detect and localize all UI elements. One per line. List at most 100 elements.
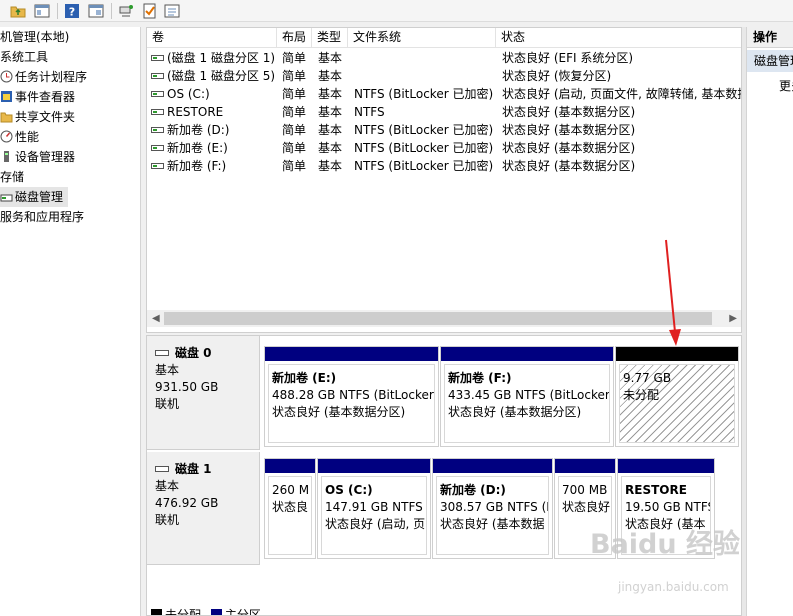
console-tree: 机管理(本地) 系统工具 任务计划程序 事件查看器 共享文件夹 性能 设备管理器… [0,27,141,616]
table-cell-name: 新加卷 (D:) [167,123,230,137]
disk-graphical-view: 磁盘 0 基本 931.50 GB 联机 新加卷 (E:) 488.28 GB … [146,335,742,616]
partition-c[interactable]: OS (C:) 147.91 GB NTFS ( 状态良好 (启动, 页 [317,458,431,559]
disk-0-label[interactable]: 磁盘 0 基本 931.50 GB 联机 [147,336,260,450]
device-manager-icon [4,151,9,162]
volume-list: 卷 布局 类型 文件系统 状态 (磁盘 1 磁盘分区 1) 简单 基本 状态良好 (E… [146,27,742,333]
table-cell-fs: NTFS (BitLocker 已加密) [354,87,494,101]
table-cell-fs [354,49,496,67]
table-cell-name: 新加卷 (E:) [167,141,228,155]
table-cell-fs: NTFS (BitLocker 已加密) [354,123,494,137]
table-cell-layout: 简单 [282,141,307,155]
volume-icon [151,73,164,79]
tree-item-event-viewer[interactable]: 事件查看器 [0,87,75,107]
partition-f[interactable]: 新加卷 (F:) 433.45 GB NTFS (BitLocker 状态良好 … [440,346,614,447]
table-cell-type: 基本 [318,69,343,83]
disk-icon [155,466,169,472]
column-header-filesystem[interactable]: 文件系统 [348,28,496,48]
watermark-logo: Baidu 经验 [590,529,741,560]
table-cell-status: 状态良好 (启动, 页面文件, 故障转储, 基本数据分区) [502,87,741,101]
tree-item-disk-management[interactable]: 磁盘管理 [0,187,68,207]
table-row[interactable]: OS (C:) 简单 基本 NTFS (BitLocker 已加密) 状态良好 (启动,… [147,85,741,103]
table-cell-name: 新加卷 (F:) [167,159,227,173]
table-cell-name: OS (C:) [167,87,210,101]
partition-efi[interactable]: 260 M 状态良 [264,458,316,559]
scroll-right-icon[interactable]: ▶ [729,313,737,324]
table-cell-layout: 简单 [282,51,307,65]
table-cell-name: RESTORE [167,105,224,119]
tree-item-services-apps[interactable]: 服务和应用程序 [0,207,84,227]
table-cell-name: (磁盘 1 磁盘分区 1) [167,51,276,65]
disk-management-icon [0,194,13,202]
check-icon[interactable] [142,3,158,19]
table-row[interactable]: 新加卷 (E:) 简单 基本 NTFS (BitLocker 已加密) 状态良好 (基本… [147,139,741,157]
event-viewer-icon [1,91,12,102]
toolbar: ? [0,0,793,22]
table-row[interactable]: (磁盘 1 磁盘分区 1) 简单 基本 状态良好 (EFI 系统分区) [147,49,741,67]
connect-icon[interactable] [118,3,134,19]
table-cell-layout: 简单 [282,87,307,101]
table-row[interactable]: RESTORE 简单 基本 NTFS 状态良好 (基本数据分区) [147,103,741,121]
table-cell-type: 基本 [318,105,343,119]
tree-item-task-scheduler[interactable]: 任务计划程序 [0,67,87,87]
table-row[interactable]: 新加卷 (F:) 简单 基本 NTFS (BitLocker 已加密) 状态良好 (基本… [147,157,741,175]
table-cell-status: 状态良好 (基本数据分区) [502,141,636,155]
table-cell-name: (磁盘 1 磁盘分区 5) [167,69,276,83]
volume-icon [151,163,164,169]
volume-icon [151,91,164,97]
properties-icon[interactable] [88,3,104,19]
disk-1-label[interactable]: 磁盘 1 基本 476.92 GB 联机 [147,452,260,565]
table-cell-fs: NTFS (BitLocker 已加密) [354,159,494,173]
table-cell-layout: 简单 [282,69,307,83]
column-header-volume[interactable]: 卷 [147,28,277,48]
table-cell-type: 基本 [318,123,343,137]
disk-icon [155,350,169,356]
table-cell-type: 基本 [318,51,343,65]
table-cell-fs [354,67,496,85]
volume-icon [151,127,164,133]
horizontal-scrollbar[interactable]: ◀ ▶ [147,310,741,327]
scrollbar-thumb[interactable] [164,312,712,325]
table-cell-status: 状态良好 (基本数据分区) [502,159,636,173]
volume-icon [151,55,164,61]
table-cell-status: 状态良好 (基本数据分区) [502,105,636,119]
shared-folder-icon [0,112,13,123]
tree-item-system-tools[interactable]: 系统工具 [0,47,48,67]
list-icon[interactable] [164,3,180,19]
console-tree-icon[interactable] [34,3,50,19]
column-header-status[interactable]: 状态 [496,28,741,48]
tree-item-shared-folders[interactable]: 共享文件夹 [0,107,75,127]
actions-disk-management[interactable]: 磁盘管理 [747,50,793,72]
help-icon[interactable]: ? [64,3,80,19]
partition-e[interactable]: 新加卷 (E:) 488.28 GB NTFS (BitLocker 状态良好 … [264,346,439,447]
actions-pane: 操作 磁盘管理 更多 [746,27,793,616]
unallocated-space[interactable]: 9.77 GB 未分配 [615,346,739,447]
tree-item-storage[interactable]: 存储 [0,167,24,187]
tree-item-performance[interactable]: 性能 [0,127,39,147]
partition-d[interactable]: 新加卷 (D:) 308.57 GB NTFS (E 状态良好 (基本数据 [432,458,553,559]
task-scheduler-icon [0,70,13,83]
svg-text:?: ? [69,6,75,19]
table-row[interactable]: 新加卷 (D:) 简单 基本 NTFS (BitLocker 已加密) 状态良好 (基本… [147,121,741,139]
tree-item-computer-management[interactable]: 机管理(本地) [0,27,69,47]
volume-icon [151,109,164,115]
folder-up-icon[interactable] [10,3,26,19]
table-cell-layout: 简单 [282,123,307,137]
table-cell-fs: NTFS (BitLocker 已加密) [354,141,494,155]
legend-swatch-unallocated [151,609,162,615]
watermark-url: jingyan.baidu.com [618,580,729,594]
tree-item-device-manager[interactable]: 设备管理器 [0,147,75,167]
table-cell-type: 基本 [318,87,343,101]
table-cell-layout: 简单 [282,105,307,119]
scroll-left-icon[interactable]: ◀ [152,313,160,324]
volume-icon [151,145,164,151]
column-header-layout[interactable]: 布局 [277,28,312,48]
table-row[interactable]: (磁盘 1 磁盘分区 5) 简单 基本 状态良好 (恢复分区) [147,67,741,85]
table-cell-type: 基本 [318,159,343,173]
column-header-type[interactable]: 类型 [312,28,348,48]
table-cell-status: 状态良好 (EFI 系统分区) [502,51,634,65]
performance-icon [0,130,13,143]
table-cell-status: 状态良好 (基本数据分区) [502,123,636,137]
legend: 未分配 主分区 [151,606,261,615]
more-actions-link[interactable]: 更多 [779,77,793,95]
table-cell-type: 基本 [318,141,343,155]
